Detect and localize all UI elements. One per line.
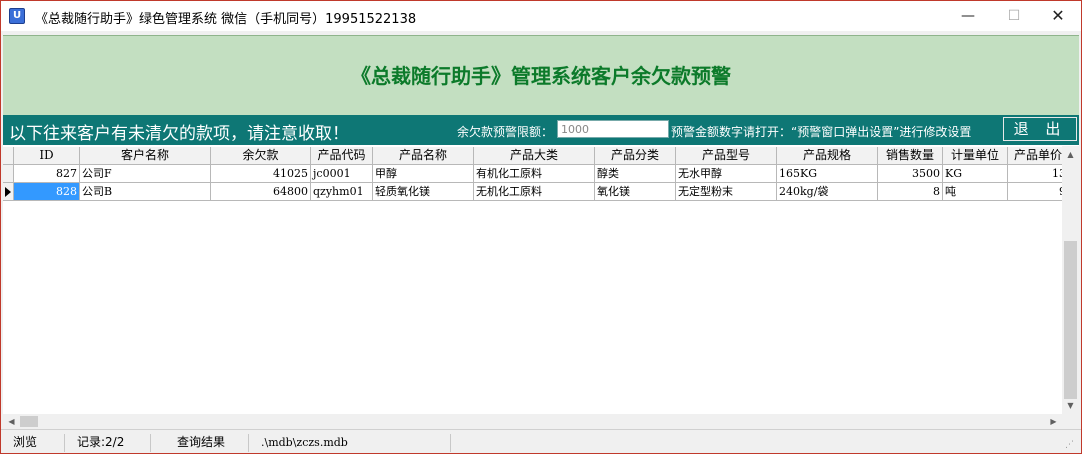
page-title: 《总裁随行助手》管理系统客户余欠款预警: [351, 64, 731, 88]
limit-hint: 预警金额数字请打开：“预警窗口弹出设置”进行修改设置: [671, 125, 972, 139]
title-bar: U 《总裁随行助手》绿色管理系统 微信（手机同号）19951522138 — ☐…: [1, 1, 1081, 31]
column-header-model[interactable]: 产品型号: [676, 147, 777, 165]
cell-id[interactable]: 828: [14, 183, 80, 201]
cell-class[interactable]: 氧化镁: [595, 183, 676, 201]
status-path: .\mdb\zczs.mdb: [251, 434, 451, 452]
column-header-qty[interactable]: 销售数量: [878, 147, 943, 165]
limit-label: 余欠款预警限额：: [457, 125, 554, 139]
column-header-price[interactable]: 产品单价: [1008, 147, 1068, 165]
header-indicator-cell: [3, 147, 14, 165]
cell-qty[interactable]: 3500: [878, 165, 943, 183]
cell-code[interactable]: jc0001: [311, 165, 373, 183]
header-banner: 《总裁随行助手》管理系统客户余欠款预警: [3, 35, 1079, 116]
cell-category[interactable]: 无机化工原料: [474, 183, 595, 201]
exit-button[interactable]: 退 出: [1003, 117, 1077, 141]
cell-spec[interactable]: 240kg/袋: [777, 183, 878, 201]
cell-class[interactable]: 醇类: [595, 165, 676, 183]
data-grid[interactable]: ID 客户名称 余欠款 产品代码 产品名称 产品大类 产品分类 产品型号 产品规…: [3, 145, 1079, 429]
cell-name[interactable]: 轻质氧化镁: [373, 183, 474, 201]
cell-model[interactable]: 无水甲醇: [676, 165, 777, 183]
cell-qty[interactable]: 8: [878, 183, 943, 201]
minimize-button[interactable]: —: [945, 1, 991, 31]
window-title: 《总裁随行助手》绿色管理系统 微信（手机同号）19951522138: [35, 12, 417, 27]
cell-customer[interactable]: 公司B: [80, 183, 211, 201]
status-records: 记录:2/2: [67, 434, 151, 452]
cell-spec[interactable]: 165KG: [777, 165, 878, 183]
column-header-class[interactable]: 产品分类: [595, 147, 676, 165]
close-button[interactable]: ✕: [1035, 1, 1081, 31]
cell-code[interactable]: qzyhm01: [311, 183, 373, 201]
current-row-arrow-icon: [3, 183, 14, 201]
scroll-down-icon[interactable]: ▼: [1062, 397, 1079, 414]
column-header-code[interactable]: 产品代码: [311, 147, 373, 165]
warning-message: 以下往来客户有未清欠的款项，请注意收取！: [9, 124, 349, 144]
app-window: U 《总裁随行助手》绿色管理系统 微信（手机同号）19951522138 — ☐…: [0, 0, 1082, 454]
cell-owed[interactable]: 64800: [211, 183, 311, 201]
scroll-left-icon[interactable]: ◀: [3, 413, 20, 430]
column-header-owed[interactable]: 余欠款: [211, 147, 311, 165]
column-header-unit[interactable]: 计量单位: [943, 147, 1008, 165]
vertical-scroll-thumb[interactable]: [1064, 241, 1077, 399]
column-header-customer[interactable]: 客户名称: [80, 147, 211, 165]
cell-customer[interactable]: 公司F: [80, 165, 211, 183]
warning-bar: 以下往来客户有未清欠的款项，请注意收取！ 余欠款预警限额： 预警金额数字请打开：…: [3, 115, 1079, 145]
cell-owed[interactable]: 41025: [211, 165, 311, 183]
cell-price[interactable]: 9: [1008, 183, 1068, 201]
column-header-name[interactable]: 产品名称: [373, 147, 474, 165]
scroll-right-icon[interactable]: ▶: [1045, 413, 1062, 430]
status-result: 查询结果: [167, 434, 249, 452]
cell-model[interactable]: 无定型粉末: [676, 183, 777, 201]
cell-price[interactable]: 13: [1008, 165, 1068, 183]
column-header-spec[interactable]: 产品规格: [777, 147, 878, 165]
resize-grip-icon[interactable]: ⋰: [1065, 440, 1077, 452]
cell-category[interactable]: 有机化工原料: [474, 165, 595, 183]
cell-name[interactable]: 甲醇: [373, 165, 474, 183]
scroll-corner: [1062, 414, 1079, 429]
app-icon: U: [9, 8, 25, 24]
cell-unit[interactable]: 吨: [943, 183, 1008, 201]
column-header-id[interactable]: ID: [14, 147, 80, 165]
vertical-scrollbar[interactable]: ▲ ▼: [1062, 146, 1079, 414]
scroll-up-icon[interactable]: ▲: [1062, 146, 1079, 163]
cell-id[interactable]: 827: [14, 165, 80, 183]
limit-input[interactable]: [557, 120, 669, 138]
column-header-category[interactable]: 产品大类: [474, 147, 595, 165]
status-mode: 浏览: [3, 434, 65, 452]
maximize-button[interactable]: ☐: [991, 1, 1037, 31]
status-bar: 浏览 记录:2/2 查询结果 .\mdb\zczs.mdb ⋰: [1, 429, 1081, 453]
horizontal-scroll-thumb[interactable]: [20, 416, 38, 427]
row-indicator: [3, 165, 14, 183]
cell-unit[interactable]: KG: [943, 165, 1008, 183]
horizontal-scrollbar[interactable]: ◀ ▶: [3, 414, 1062, 429]
